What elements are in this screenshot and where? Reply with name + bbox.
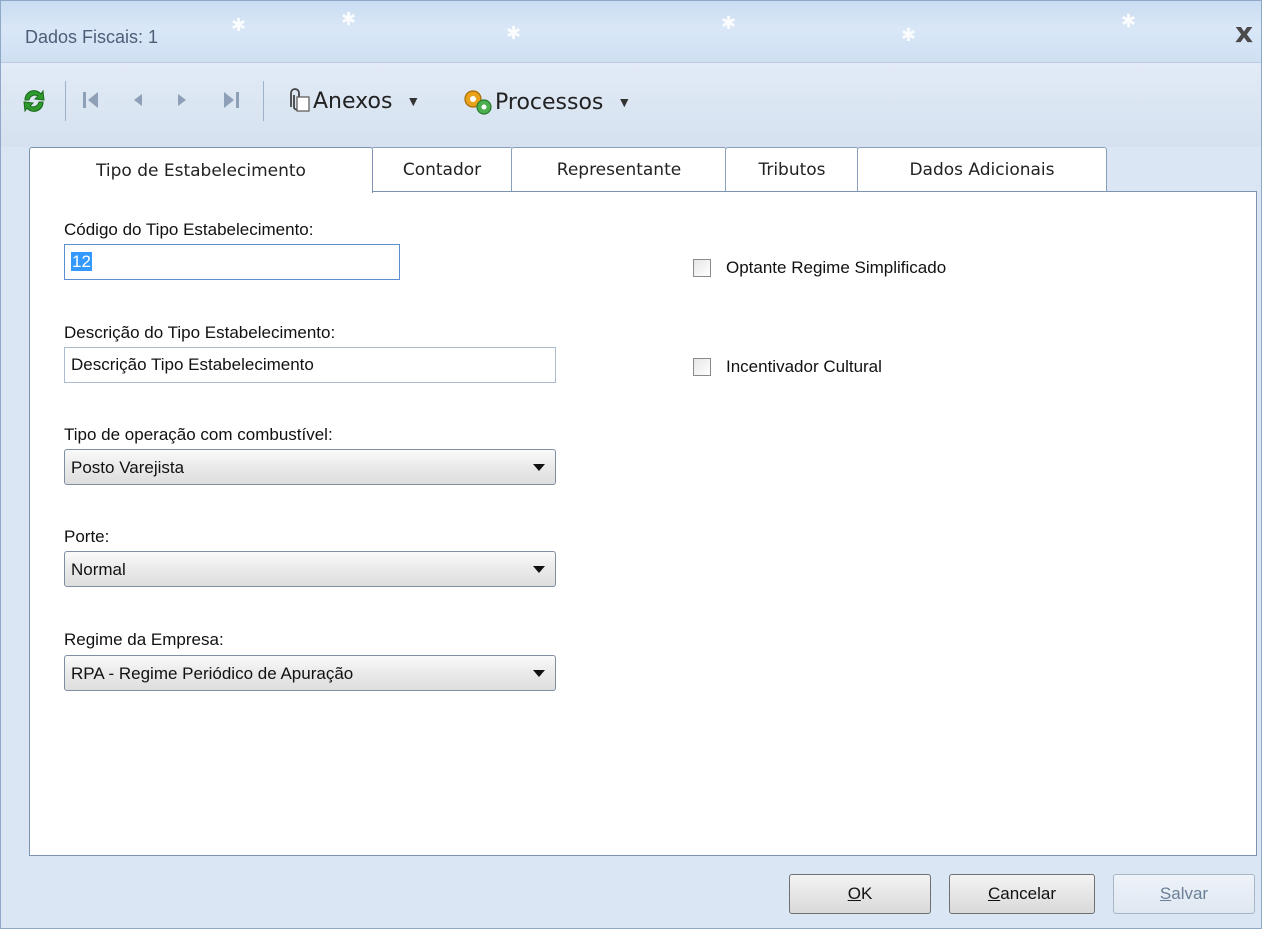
chevron-down-icon [533,566,545,573]
window-title: Dados Fiscais: 1 [25,27,159,47]
sparkle-decoration: ✱ [506,23,522,43]
tab-representante[interactable]: Representante [511,147,727,191]
incentivador-label: Incentivador Cultural [726,357,882,376]
cancel-label-rest: ancelar [1000,884,1057,903]
sparkle-decoration: ✱ [901,25,917,45]
save-mnemonic: S [1159,884,1172,903]
codigo-input[interactable]: 12 [64,244,400,280]
porte-select[interactable]: Normal [64,551,556,587]
first-record-button[interactable] [81,89,101,111]
toolbar-separator [263,81,264,121]
prev-icon [134,94,142,106]
previous-record-button[interactable] [131,89,145,111]
cancel-button[interactable]: Cancelar [949,874,1095,914]
optante-checkbox[interactable] [693,259,711,277]
ok-button[interactable]: OK [789,874,931,914]
codigo-label: Código do Tipo Estabelecimento: [64,220,314,239]
regime-label: Regime da Empresa: [64,630,224,649]
tab-panel: Código do Tipo Estabelecimento: 12 Descr… [29,191,1257,856]
gears-icon [464,90,492,115]
porte-value: Normal [71,560,126,579]
processos-menu-button[interactable]: Processos ▼ [461,87,631,117]
close-icon[interactable]: x [1235,19,1253,47]
ok-label-rest: K [860,884,873,903]
next-icon [178,94,186,106]
processos-label: Processos [495,89,604,115]
refresh-icon [23,89,45,113]
tab-contador[interactable]: Contador [371,147,513,191]
operacao-label: Tipo de operação com combustível: [64,425,333,444]
descricao-value: Descrição Tipo Estabelecimento [71,355,314,374]
tab-tributos[interactable]: Tributos [725,147,859,191]
dados-fiscais-window: Dados Fiscais: 1 ✱ ✱ ✱ ✱ ✱ ✱ x Anexos ▼ … [0,0,1262,929]
descricao-input[interactable]: Descrição Tipo Estabelecimento [64,347,556,383]
toolbar-separator [65,81,66,121]
first-icon [83,92,98,108]
chevron-down-icon: ▼ [617,94,632,110]
anexos-label: Anexos [313,88,393,114]
cancel-mnemonic: C [987,884,1001,903]
chevron-down-icon: ▼ [406,93,421,109]
regime-value: RPA - Regime Periódico de Apuração [71,664,354,683]
operacao-select[interactable]: Posto Varejista [64,449,556,485]
anexos-menu-button[interactable]: Anexos ▼ [283,87,420,115]
tab-strip: Tipo de Estabelecimento Contador Represe… [1,147,1261,193]
ok-mnemonic: O [847,884,861,903]
chevron-down-icon [533,670,545,677]
optante-label: Optante Regime Simplificado [726,258,947,277]
descricao-label: Descrição do Tipo Estabelecimento: [64,323,336,342]
sparkle-decoration: ✱ [1121,11,1137,31]
tab-dados-adicionais[interactable]: Dados Adicionais [857,147,1107,191]
incentivador-checkbox[interactable] [693,358,711,376]
sparkle-decoration: ✱ [341,9,357,29]
operacao-value: Posto Varejista [71,458,185,477]
last-icon [224,92,239,108]
sparkle-decoration: ✱ [231,15,247,35]
next-record-button[interactable] [175,89,189,111]
last-record-button[interactable] [221,89,241,111]
porte-label: Porte: [64,527,110,546]
tab-tipo-estabelecimento[interactable]: Tipo de Estabelecimento [29,147,373,193]
chevron-down-icon [533,464,545,471]
sparkle-decoration: ✱ [721,13,737,33]
toolbar: Anexos ▼ Processos ▼ [1,63,1261,147]
regime-select[interactable]: RPA - Regime Periódico de Apuração [64,655,556,691]
paperclip-icon [290,88,310,112]
title-bar: Dados Fiscais: 1 ✱ ✱ ✱ ✱ ✱ ✱ x [1,1,1261,63]
codigo-value: 12 [71,252,92,271]
save-button[interactable]: Salvar [1113,874,1255,914]
save-label-rest: alvar [1171,884,1209,903]
refresh-button[interactable] [21,87,47,115]
